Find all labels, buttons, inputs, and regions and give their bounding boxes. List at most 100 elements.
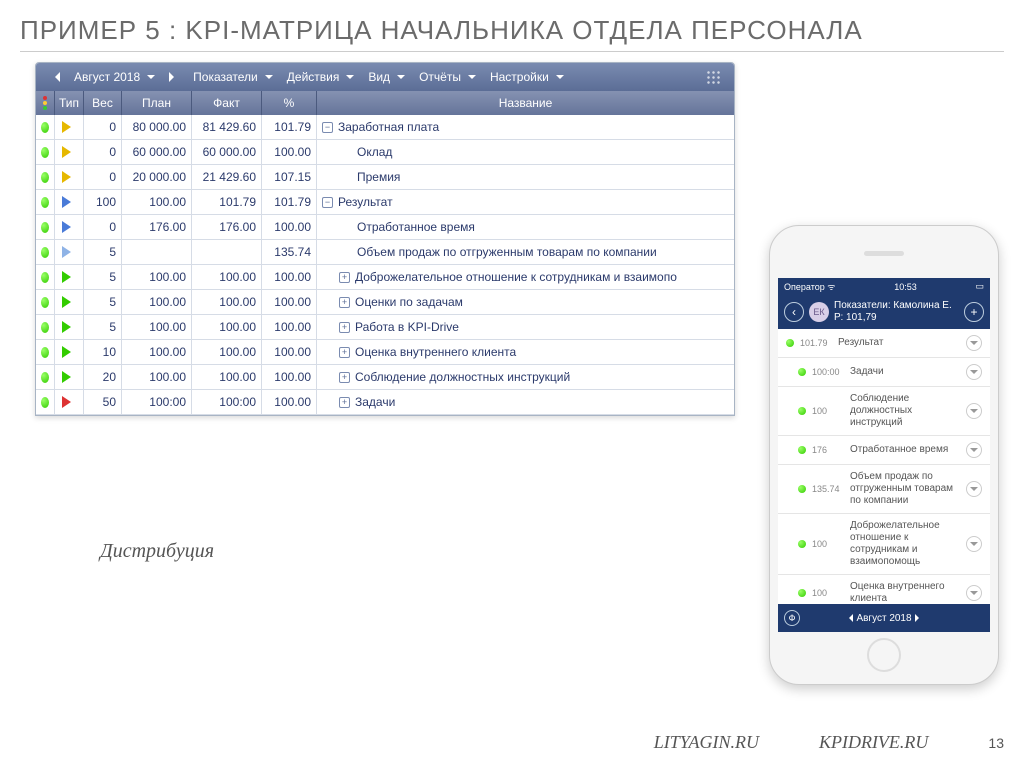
grid-button[interactable] [700, 67, 726, 87]
cell-weight: 0 [84, 115, 122, 139]
type-icon [62, 296, 77, 308]
expand-icon[interactable]: + [339, 297, 350, 308]
phone-list-item[interactable]: 135.74Объем продаж по отгруженным товара… [778, 465, 990, 514]
status-dot [41, 172, 49, 183]
status-dot [41, 322, 49, 333]
cell-fact: 100.00 [192, 365, 262, 389]
arrow-left-icon [50, 72, 60, 82]
home-button[interactable] [867, 638, 901, 672]
cell-plan: 80 000.00 [122, 115, 192, 139]
table-row[interactable]: 5100.00100.00100.00+Оценки по задачам [36, 290, 734, 315]
cell-weight: 10 [84, 340, 122, 364]
cell-percent: 100.00 [262, 340, 317, 364]
chevron-down-icon[interactable] [966, 536, 982, 552]
period-picker[interactable]: Август 2018 [68, 67, 161, 87]
table-row[interactable]: 100100.00101.79101.79−Результат [36, 190, 734, 215]
cell-percent: 107.15 [262, 165, 317, 189]
phone-title: Показатели: Камолина Е. Р: 101,79 [834, 300, 959, 324]
cell-weight: 5 [84, 315, 122, 339]
item-label: Доброжелательное отношение к сотрудникам… [850, 520, 960, 568]
chevron-down-icon[interactable] [966, 585, 982, 601]
item-value: 101.79 [800, 338, 832, 348]
toolbar: Август 2018 Показатели Действия Вид Отчё… [36, 63, 734, 91]
cell-name: −Заработная плата [317, 115, 734, 139]
type-icon [62, 396, 77, 408]
phone-speaker [864, 251, 904, 256]
menu-actions[interactable]: Действия [281, 67, 361, 87]
cell-plan: 60 000.00 [122, 140, 192, 164]
add-button[interactable]: + [964, 302, 984, 322]
menu-view[interactable]: Вид [362, 67, 411, 87]
cell-plan: 100.00 [122, 340, 192, 364]
status-dot [41, 222, 49, 233]
cell-weight: 100 [84, 190, 122, 214]
table-row[interactable]: 020 000.0021 429.60107.15Премия [36, 165, 734, 190]
kpi-table: Август 2018 Показатели Действия Вид Отчё… [35, 62, 735, 416]
menu-reports[interactable]: Отчёты [413, 67, 482, 87]
chevron-down-icon[interactable] [966, 403, 982, 419]
cell-fact: 100.00 [192, 340, 262, 364]
table-row[interactable]: 50100:00100:00100.00+Задачи [36, 390, 734, 415]
chevron-down-icon[interactable] [966, 335, 982, 351]
prev-period-button[interactable] [44, 69, 66, 85]
phone-mockup: Оператор ᯤ 10:53 ▭ ‹ ЕК Показатели: Камо… [769, 225, 999, 685]
item-value: 176 [812, 445, 844, 455]
cell-name: +Задачи [317, 390, 734, 414]
cell-weight: 0 [84, 140, 122, 164]
type-icon [62, 146, 77, 158]
table-row[interactable]: 080 000.0081 429.60101.79−Заработная пла… [36, 115, 734, 140]
menu-settings[interactable]: Настройки [484, 67, 570, 87]
expand-icon[interactable]: + [339, 347, 350, 358]
chevron-down-icon[interactable] [966, 442, 982, 458]
next-period-button[interactable] [163, 69, 185, 85]
expand-icon[interactable]: − [322, 197, 333, 208]
type-icon [62, 171, 77, 183]
cell-weight: 5 [84, 265, 122, 289]
phone-list-item[interactable]: 101.79Результат [778, 329, 990, 358]
table-row[interactable]: 5135.74Объем продаж по отгруженным товар… [36, 240, 734, 265]
table-row[interactable]: 20100.00100.00100.00+Соблюдение должност… [36, 365, 734, 390]
chevron-down-icon[interactable] [966, 481, 982, 497]
battery-icon: ▭ [975, 281, 984, 292]
status-dot [41, 122, 49, 133]
cell-plan [122, 240, 192, 264]
cell-name: Объем продаж по отгруженным товарам по к… [317, 240, 734, 264]
cell-fact: 176.00 [192, 215, 262, 239]
table-row[interactable]: 060 000.0060 000.00100.00Оклад [36, 140, 734, 165]
chevron-down-icon[interactable] [966, 364, 982, 380]
expand-icon[interactable]: + [339, 372, 350, 383]
cell-percent: 101.79 [262, 115, 317, 139]
expand-icon[interactable]: + [339, 272, 350, 283]
col-status [36, 91, 55, 115]
filter-button[interactable]: Ф [784, 610, 800, 626]
cell-weight: 0 [84, 215, 122, 239]
table-row[interactable]: 10100.00100.00100.00+Оценка внутреннего … [36, 340, 734, 365]
phone-list-item[interactable]: 100Доброжелательное отношение к сотрудни… [778, 514, 990, 575]
status-dot [798, 485, 806, 493]
type-icon [62, 221, 77, 233]
item-label: Отработанное время [850, 444, 960, 456]
item-value: 135.74 [812, 484, 844, 494]
menu-indicators[interactable]: Показатели [187, 67, 279, 87]
col-fact: Факт [192, 91, 262, 115]
table-row[interactable]: 5100.00100.00100.00+Доброжелательное отн… [36, 265, 734, 290]
expand-icon[interactable]: − [322, 122, 333, 133]
col-percent: % [262, 91, 317, 115]
expand-icon[interactable]: + [339, 397, 350, 408]
table-body: 080 000.0081 429.60101.79−Заработная пла… [36, 115, 734, 415]
col-plan: План [122, 91, 192, 115]
phone-period-picker[interactable]: Август 2018 [845, 613, 922, 624]
table-row[interactable]: 5100.00100.00100.00+Работа в KPI-Drive [36, 315, 734, 340]
cell-fact: 21 429.60 [192, 165, 262, 189]
cell-name: Отработанное время [317, 215, 734, 239]
back-button[interactable]: ‹ [784, 302, 804, 322]
expand-icon[interactable]: + [339, 322, 350, 333]
phone-list-item[interactable]: 100Соблюдение должностных инструкций [778, 387, 990, 436]
cell-name: Оклад [317, 140, 734, 164]
col-type: Тип [55, 91, 84, 115]
phone-list-item[interactable]: 100:00Задачи [778, 358, 990, 387]
phone-list-item[interactable]: 176 Отработанное время [778, 436, 990, 465]
table-row[interactable]: 0176.00176.00100.00Отработанное время [36, 215, 734, 240]
cell-percent: 100.00 [262, 290, 317, 314]
arrow-right-icon [169, 72, 179, 82]
